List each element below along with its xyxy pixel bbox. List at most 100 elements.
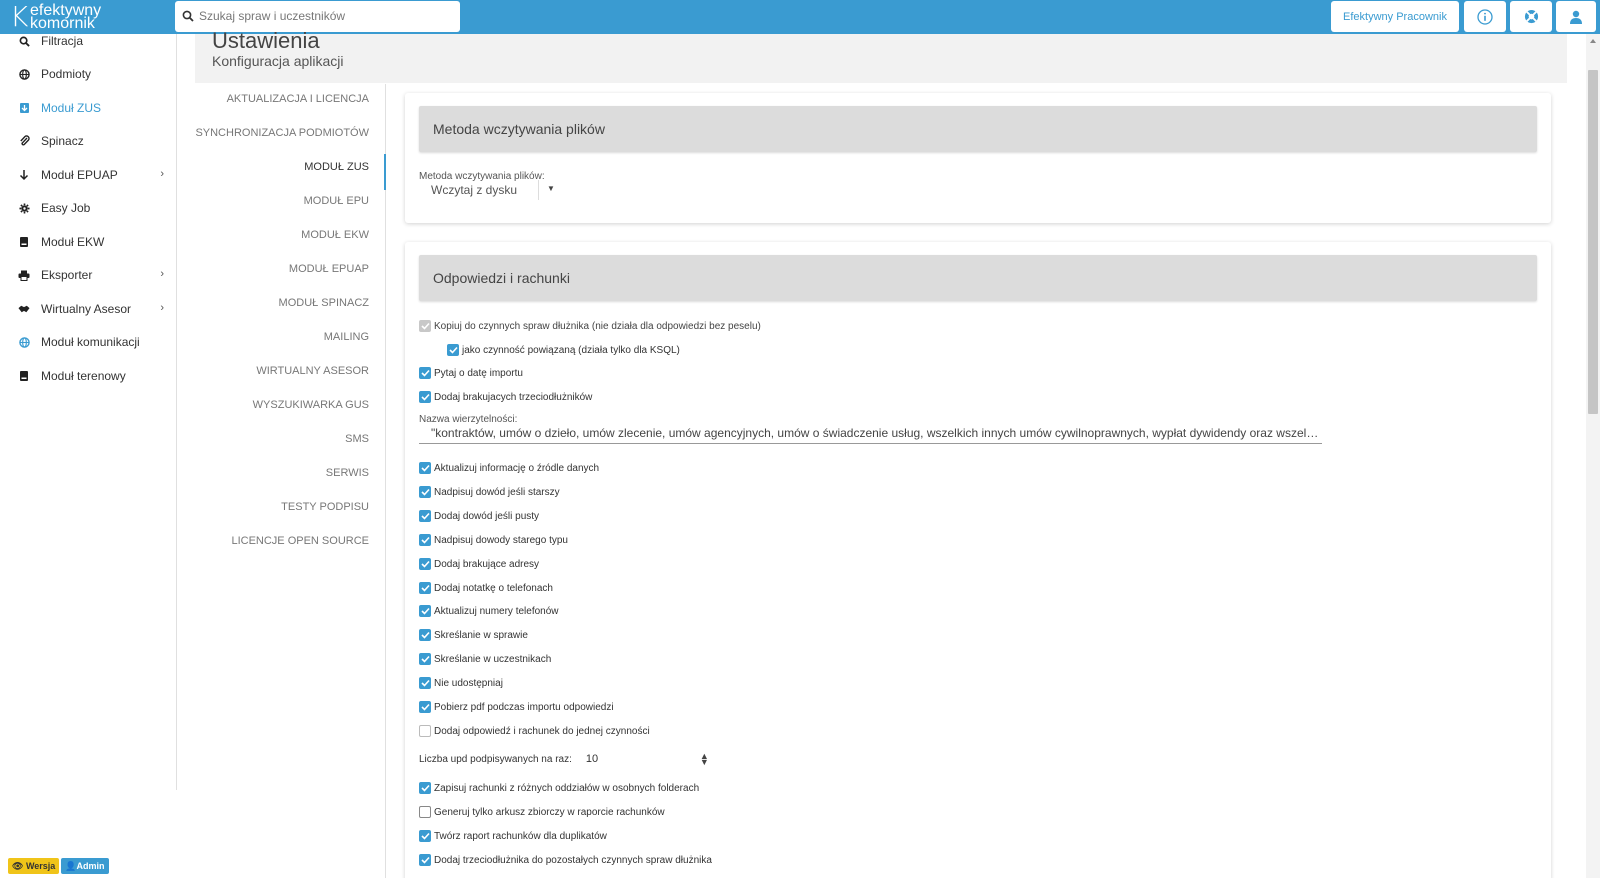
checkbox-checked[interactable]	[419, 854, 431, 866]
checkbox-checked[interactable]	[419, 653, 431, 665]
checkbox-add-third-debtors[interactable]: Dodaj brakujacych trzeciodłużników	[419, 389, 592, 405]
sidebar-item-modul-komunikacji[interactable]: Moduł komunikacji	[18, 332, 170, 352]
checkbox-separate-folders[interactable]: Zapisuj rachunki z różnych oddziałów w o…	[419, 780, 699, 796]
sidebar-item-filtracja[interactable]: Filtracja	[18, 31, 170, 51]
book-icon	[18, 236, 30, 248]
checkbox-disabled-checked[interactable]	[419, 320, 431, 332]
spinner-arrows-icon[interactable]: ▲ ▼	[700, 752, 709, 767]
checkbox-add-third-debtor-other-cases[interactable]: Dodaj trzeciodłużnika do pozostałych czy…	[419, 852, 712, 868]
search-input[interactable]	[199, 5, 449, 27]
tab-mailing[interactable]: MAILING	[324, 331, 369, 343]
admin-badge[interactable]: 👤Admin	[61, 858, 109, 874]
checkbox-unchecked[interactable]	[419, 806, 431, 818]
checkbox-unchecked[interactable]	[419, 725, 431, 737]
checkbox-strike-in-participants[interactable]: Skreślanie w uczestnikach	[419, 651, 551, 667]
app-logo[interactable]: K efektywny komornik	[8, 2, 168, 32]
file-method-select[interactable]: Wczytaj z dysku ▼	[419, 176, 561, 204]
checkbox-checked[interactable]	[419, 510, 431, 522]
checkbox-update-source-info[interactable]: Aktualizuj informację o źródle danych	[419, 460, 599, 476]
tab-modul-epuap[interactable]: MODUŁ EPUAP	[289, 263, 369, 275]
globe-icon	[18, 68, 30, 80]
tab-modul-spinacz[interactable]: MODUŁ SPINACZ	[279, 297, 369, 309]
tab-modul-epu[interactable]: MODUŁ EPU	[304, 195, 369, 207]
checkbox-label: jako czynność powiązaną (działa tylko dl…	[462, 344, 680, 356]
tab-licencje-open-source[interactable]: LICENCJE OPEN SOURCE	[231, 535, 369, 547]
checkbox-label: Dodaj odpowiedź i rachunek do jednej czy…	[434, 725, 650, 737]
checkbox-ask-import-date[interactable]: Pytaj o datę importu	[419, 365, 523, 381]
sidebar-item-modul-ekw[interactable]: Moduł EKW	[18, 232, 170, 252]
checkbox-label: Pobierz pdf podczas importu odpowiedzi	[434, 701, 614, 713]
tab-wirtualny-asesor[interactable]: WIRTUALNY ASESOR	[256, 365, 369, 377]
sidebar-item-label: Moduł terenowy	[41, 369, 126, 383]
sidebar-item-modul-zus[interactable]: Moduł ZUS	[18, 98, 170, 118]
checkbox-label: Zapisuj rachunki z różnych oddziałów w o…	[434, 782, 700, 794]
logo-mark: K	[10, 0, 29, 33]
checkbox-copy-active-cases[interactable]: Kopiuj do czynnych spraw dłużnika (nie d…	[419, 318, 761, 334]
checkbox-overwrite-old-ids[interactable]: Nadpisuj dowody starego typu	[419, 532, 568, 548]
sidebar-item-modul-epuap[interactable]: Moduł EPUAP ›	[18, 165, 170, 185]
sidebar-item-modul-terenowy[interactable]: Moduł terenowy	[18, 366, 170, 386]
card-header: Odpowiedzi i rachunki	[419, 255, 1537, 301]
checkbox-strike-in-case[interactable]: Skreślanie w sprawie	[419, 627, 528, 643]
checkbox-add-id-if-empty[interactable]: Dodaj dowód jeśli pusty	[419, 508, 539, 524]
checkbox-related-activity[interactable]: jako czynność powiązaną (działa tylko dl…	[447, 342, 680, 358]
sidebar-item-easy-job[interactable]: Easy Job	[18, 198, 170, 218]
checkbox-checked[interactable]	[419, 701, 431, 713]
checkbox-merge-response-bill[interactable]: Dodaj odpowiedź i rachunek do jednej czy…	[419, 723, 650, 739]
upd-batch-label: Liczba upd podpisywanych na raz:	[419, 753, 572, 765]
checkbox-phone-note[interactable]: Dodaj notatkę o telefonach	[419, 580, 553, 596]
checkbox-checked[interactable]	[419, 782, 431, 794]
settings-nav: AKTUALIZACJA I LICENCJA SYNCHRONIZACJA P…	[195, 84, 386, 878]
checkbox-label: Nadpisuj dowód jeśli starszy	[434, 486, 560, 498]
sidebar-item-label: Eksporter	[41, 268, 93, 282]
scrollbar-thumb[interactable]	[1588, 70, 1598, 414]
help-button[interactable]	[1510, 1, 1552, 32]
book-icon	[18, 370, 30, 382]
checkbox-summary-sheet-only[interactable]: Generuj tylko arkusz zbiorczy w raporcie…	[419, 804, 665, 820]
checkbox-checked[interactable]	[419, 391, 431, 403]
checkbox-checked[interactable]	[419, 677, 431, 689]
checkbox-label: Kopiuj do czynnych spraw dłużnika (nie d…	[434, 320, 761, 332]
checkbox-label: Dodaj notatkę o telefonach	[434, 582, 553, 594]
user-name-button[interactable]: Efektywny Pracownik	[1331, 1, 1459, 32]
checkbox-label: Twórz raport rachunków dla duplikatów	[434, 830, 607, 842]
tab-modul-ekw[interactable]: MODUŁ EKW	[301, 229, 369, 241]
upd-batch-input[interactable]: 10	[586, 753, 700, 765]
info-button[interactable]	[1464, 1, 1506, 32]
checkbox-checked[interactable]	[419, 830, 431, 842]
checkbox-download-pdf[interactable]: Pobierz pdf podczas importu odpowiedzi	[419, 699, 614, 715]
tab-synchronizacja-podmiotow[interactable]: SYNCHRONIZACJA PODMIOTÓW	[195, 127, 369, 139]
checkbox-checked[interactable]	[419, 367, 431, 379]
checkbox-do-not-share[interactable]: Nie udostępniaj	[419, 675, 503, 691]
checkbox-checked[interactable]	[419, 486, 431, 498]
checkbox-checked[interactable]	[419, 534, 431, 546]
claim-name-input[interactable]: "kontraktów, umów o dzieło, umów zleceni…	[419, 422, 1322, 444]
checkbox-checked[interactable]	[419, 605, 431, 617]
card-header-title: Odpowiedzi i rachunki	[433, 270, 570, 286]
checkbox-add-missing-addresses[interactable]: Dodaj brakujące adresy	[419, 556, 539, 572]
sidebar-item-podmioty[interactable]: Podmioty	[18, 64, 170, 84]
select-divider	[538, 180, 539, 200]
checkbox-checked[interactable]	[419, 629, 431, 641]
checkbox-checked[interactable]	[419, 582, 431, 594]
tab-wyszukiwarka-gus[interactable]: WYSZUKIWARKA GUS	[253, 399, 369, 411]
version-badge[interactable]: 👁 Wersja	[8, 858, 60, 874]
scroll-up-icon[interactable]	[1590, 39, 1596, 43]
sidebar-item-wirtualny-asesor[interactable]: Wirtualny Asesor ›	[18, 299, 170, 319]
checkbox-checked[interactable]	[419, 558, 431, 570]
vertical-scrollbar[interactable]	[1586, 34, 1600, 878]
tab-sms[interactable]: SMS	[345, 433, 369, 445]
sidebar-item-eksporter[interactable]: Eksporter ›	[18, 265, 170, 285]
tab-modul-zus[interactable]: MODUŁ ZUS	[304, 161, 369, 173]
user-profile-button[interactable]	[1556, 1, 1596, 32]
lifebuoy-icon	[1524, 9, 1538, 24]
checkbox-overwrite-id-older[interactable]: Nadpisuj dowód jeśli starszy	[419, 484, 560, 500]
tab-aktualizacja-i-licencja[interactable]: AKTUALIZACJA I LICENCJA	[227, 93, 369, 105]
checkbox-checked[interactable]	[447, 344, 459, 356]
sidebar-item-spinacz[interactable]: Spinacz	[18, 131, 170, 151]
tab-serwis[interactable]: SERWIS	[326, 467, 369, 479]
tab-testy-podpisu[interactable]: TESTY PODPISU	[281, 501, 369, 513]
checkbox-checked[interactable]	[419, 462, 431, 474]
checkbox-duplicate-report[interactable]: Twórz raport rachunków dla duplikatów	[419, 828, 607, 844]
checkbox-update-phones[interactable]: Aktualizuj numery telefonów	[419, 603, 559, 619]
